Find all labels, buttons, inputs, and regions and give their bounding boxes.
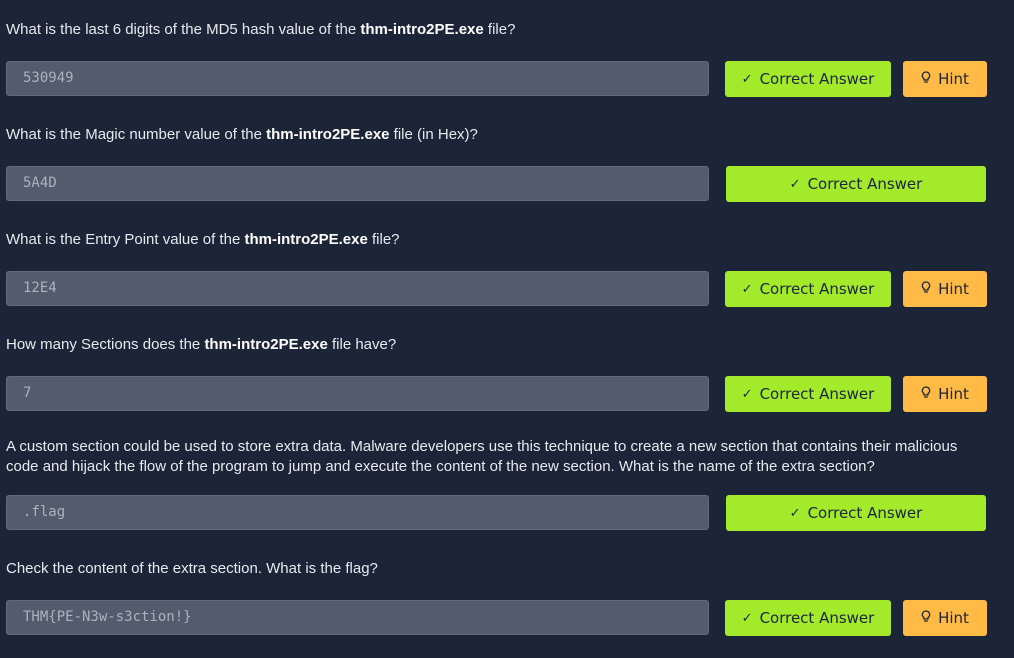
check-icon: ✓ — [741, 281, 753, 297]
question-6-text: Check the content of the extra section. … — [6, 560, 378, 577]
question-2-text: What is the Magic number value of the th… — [6, 126, 478, 143]
lightbulb-icon — [921, 280, 931, 298]
lightbulb-icon — [921, 70, 931, 88]
answer-field-6[interactable]: THM{PE-N3w-s3ction!} — [6, 600, 709, 635]
check-icon: ✓ — [741, 386, 753, 402]
correct-answer-button-5[interactable]: ✓ Correct Answer — [726, 495, 986, 531]
question-4-text: How many Sections does the thm-intro2PE.… — [6, 336, 397, 353]
correct-answer-button-4[interactable]: ✓ Correct Answer — [725, 376, 891, 412]
correct-answer-button-6[interactable]: ✓ Correct Answer — [725, 600, 891, 636]
lightbulb-icon — [921, 385, 931, 403]
question-5-text: A custom section could be used to store … — [6, 438, 958, 475]
question-1-text: What is the last 6 digits of the MD5 has… — [6, 21, 516, 38]
check-icon: ✓ — [741, 610, 753, 626]
check-icon: ✓ — [789, 505, 801, 521]
check-icon: ✓ — [789, 176, 801, 192]
correct-answer-button-2[interactable]: ✓ Correct Answer — [726, 166, 986, 202]
lightbulb-icon — [921, 609, 931, 627]
answer-field-3[interactable]: 12E4 — [6, 271, 709, 306]
check-icon: ✓ — [741, 71, 753, 87]
question-3-text: What is the Entry Point value of the thm… — [6, 231, 400, 248]
hint-button-4[interactable]: Hint — [903, 376, 987, 412]
hint-button-1[interactable]: Hint — [903, 61, 987, 97]
hint-button-3[interactable]: Hint — [903, 271, 987, 307]
correct-answer-button-3[interactable]: ✓ Correct Answer — [725, 271, 891, 307]
answer-field-1[interactable]: 530949 — [6, 61, 709, 96]
correct-answer-button-1[interactable]: ✓ Correct Answer — [725, 61, 891, 97]
answer-field-5[interactable]: .flag — [6, 495, 709, 530]
answer-field-2[interactable]: 5A4D — [6, 166, 709, 201]
answer-field-4[interactable]: 7 — [6, 376, 709, 411]
hint-button-6[interactable]: Hint — [903, 600, 987, 636]
